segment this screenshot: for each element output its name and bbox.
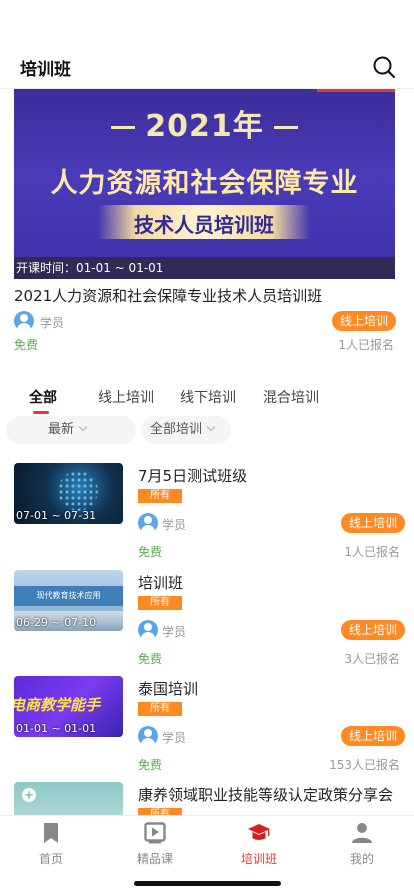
tab-online[interactable]: 线上培训 — [98, 387, 154, 407]
online-training-tag: 线上培训 — [341, 513, 406, 533]
tabbar-label: 精品课 — [136, 852, 173, 866]
course-title: 7月5日测试班级 — [138, 467, 248, 485]
course-title: 康养领域职业技能等级认定政策分享会 — [138, 786, 394, 804]
course-date: 07-01 ~ 07-31 — [16, 509, 97, 522]
thumbnail-caption: 电商教学能手 — [14, 696, 101, 714]
tab-offline[interactable]: 线下培训 — [180, 387, 236, 407]
thumbnail-caption: 现代教育技术应用 — [14, 586, 123, 606]
banner-year: 2021年 — [14, 101, 395, 145]
audience-badge: 所有 — [138, 596, 182, 610]
online-training-tag: 线上培训 — [332, 311, 397, 331]
banner-subheading: 技术人员培训班 — [134, 213, 274, 237]
role-label: 学员 — [162, 625, 187, 639]
role-label: 学员 — [162, 518, 187, 532]
course-thumbnail: 电商教学能手 01-01 ~ 01-01 — [14, 676, 123, 737]
tabbar-label: 我的 — [349, 852, 374, 866]
banner-time: 开课时间：01-01 ~ 01-01 — [14, 257, 395, 279]
audience-badge: 所有 — [138, 702, 182, 716]
course-date: 01-01 ~ 01-01 — [16, 722, 97, 735]
course-thumbnail: 现代教育技术应用 06-29 ~ 07-10 — [14, 570, 123, 631]
role-label: 学员 — [40, 316, 65, 330]
course-title: 泰国培训 — [138, 680, 199, 698]
enrolled-count: 1人已报名 — [338, 338, 394, 352]
tabbar-item-courses[interactable]: 精品课 — [115, 822, 195, 867]
price-label: 免费 — [14, 338, 39, 352]
online-training-tag: 线上培训 — [341, 726, 406, 746]
role-label: 学员 — [162, 731, 187, 745]
online-training-tag: 线上培训 — [341, 620, 406, 640]
avatar — [14, 311, 34, 331]
sort-filter[interactable]: 最新 — [6, 416, 136, 444]
category-tabs: 全部 线上培训 线下培训 混合培训 — [0, 387, 414, 417]
course-date: 06-29 ~ 07-10 — [16, 616, 97, 629]
bookmark-icon — [44, 823, 58, 843]
banner-accent-bar — [317, 89, 395, 92]
list-item[interactable]: 现代教育技术应用 06-29 ~ 07-10 培训班 所有 学员 线上培训 免费… — [0, 570, 414, 676]
enrolled-count: 1人已报名 — [344, 545, 400, 559]
active-tab-indicator — [33, 411, 49, 414]
search-icon[interactable] — [372, 55, 396, 79]
nav-header: 培训班 — [0, 44, 414, 89]
enrolled-count: 3人已报名 — [344, 652, 400, 666]
avatar — [138, 513, 158, 533]
list-item[interactable]: 电商教学能手 01-01 ~ 01-01 泰国培训 所有 学员 线上培训 免费 … — [0, 676, 414, 782]
plus-icon: + — [22, 788, 36, 802]
banner-subheading-ribbon: 技术人员培训班 — [98, 205, 310, 239]
type-filter[interactable]: 全部培训 — [141, 416, 231, 444]
enrolled-count: 153人已报名 — [329, 758, 400, 772]
price-label: 免费 — [138, 758, 163, 772]
user-icon — [352, 823, 372, 843]
chevron-down-icon — [78, 422, 88, 432]
featured-title[interactable]: 2021人力资源和社会保障专业技术人员培训班 — [14, 285, 322, 306]
tabbar-label: 首页 — [38, 852, 63, 866]
page-title: 培训班 — [20, 60, 71, 80]
avatar — [138, 620, 158, 640]
home-indicator — [134, 881, 281, 886]
graduation-cap-icon — [248, 824, 270, 840]
audience-badge: 所有 — [138, 489, 182, 503]
course-title: 培训班 — [138, 574, 184, 592]
type-filter-label: 全部培训 — [150, 422, 203, 437]
tabbar-item-home[interactable]: 首页 — [11, 822, 91, 867]
course-thumbnail: 07-01 ~ 07-31 — [14, 463, 123, 524]
tab-mixed[interactable]: 混合培训 — [263, 387, 319, 407]
featured-banner[interactable]: 2021年 人力资源和社会保障专业 技术人员培训班 开课时间：01-01 ~ 0… — [14, 89, 395, 279]
tabbar-label: 培训班 — [240, 852, 277, 866]
avatar — [138, 726, 158, 746]
tabbar-item-profile[interactable]: 我的 — [322, 822, 402, 867]
tab-all[interactable]: 全部 — [29, 387, 57, 407]
banner-heading: 人力资源和社会保障专业 — [50, 168, 359, 199]
sort-filter-label: 最新 — [48, 422, 75, 437]
price-label: 免费 — [138, 652, 163, 666]
list-item[interactable]: 07-01 ~ 07-31 7月5日测试班级 所有 学员 线上培训 免费 1人已… — [0, 463, 414, 569]
play-icon — [144, 822, 166, 844]
price-label: 免费 — [138, 545, 163, 559]
chevron-down-icon — [206, 422, 216, 432]
tabbar-item-training[interactable]: 培训班 — [219, 822, 299, 867]
